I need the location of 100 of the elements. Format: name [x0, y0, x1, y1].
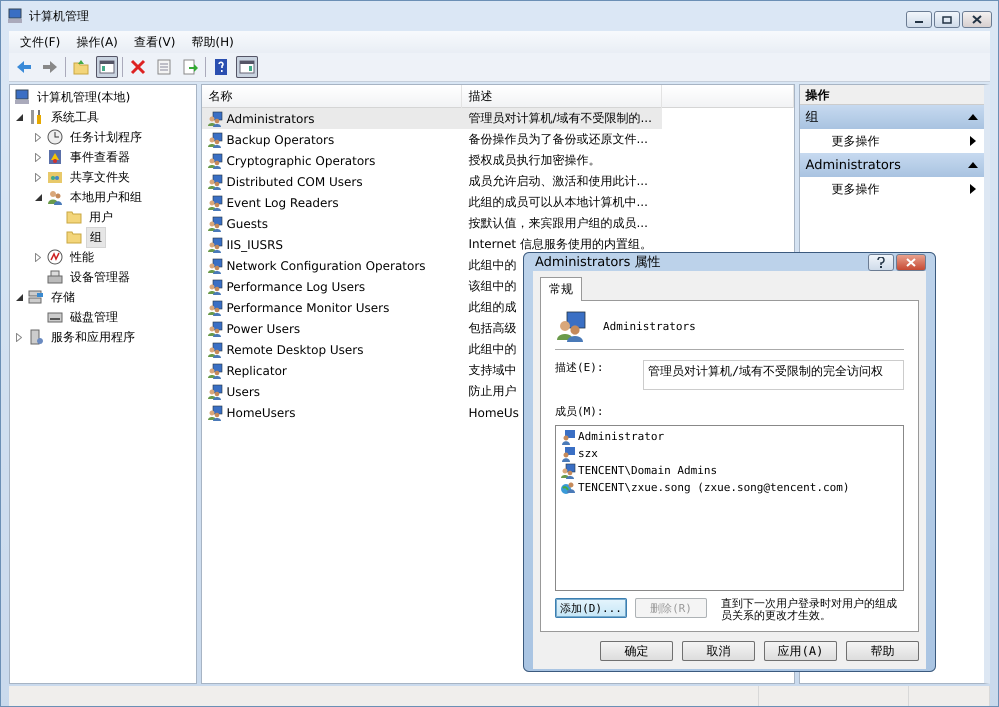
close-button[interactable]: [962, 11, 992, 28]
tree-item[interactable]: 性能: [67, 248, 97, 266]
group-description: Internet 信息服务使用的内置组。: [468, 237, 652, 251]
group-icon: [207, 216, 224, 232]
group-icon: [207, 258, 224, 274]
computer-icon: [7, 8, 23, 24]
group-icon: [555, 310, 587, 342]
member-item[interactable]: TENCENT\zxue.song (zxue.song@tencent.com): [578, 481, 850, 494]
menu-item[interactable]: 查看(V): [126, 32, 182, 52]
tree-item[interactable]: 设备管理器: [67, 268, 133, 286]
properties-icon: [156, 59, 172, 75]
table-row[interactable]: IIS_IUSRS Internet 信息服务使用的内置组。: [202, 234, 662, 255]
action-item[interactable]: 更多操作: [800, 129, 984, 153]
action-section-header[interactable]: Administrators: [800, 153, 984, 177]
group-description: 按默认值，来宾跟用户组的成员...: [468, 216, 648, 230]
table-row[interactable]: Event Log Readers 此组的成员可以从本地计算机中...: [202, 192, 662, 213]
members-list[interactable]: Administrator szx TENCENT\Domain Admins TENCENT\zxue.song (zxue.song@tencent.com): [555, 425, 904, 591]
group-icon: [207, 174, 224, 190]
tree-pane-icon: [99, 59, 115, 75]
group-icon: [207, 320, 224, 336]
collapse-icon[interactable]: [968, 162, 978, 168]
table-row[interactable]: Remote Desktop Users 此组中的: [202, 339, 662, 360]
back-icon: [16, 59, 32, 75]
menu-item[interactable]: 文件(F): [13, 32, 68, 52]
actions-header: 操作: [800, 85, 984, 105]
tree-item[interactable]: 组: [86, 226, 106, 248]
dialog-button[interactable]: 确定: [600, 641, 673, 662]
menu-item[interactable]: 帮助(H): [184, 32, 241, 52]
field-label: 成员(M):: [555, 405, 604, 418]
description-field[interactable]: 管理员对计算机/域有不受限制的完全访问权: [643, 360, 904, 390]
dialog-button[interactable]: 帮助: [846, 641, 919, 662]
action-section-header[interactable]: 组: [800, 105, 984, 129]
tree-item[interactable]: 任务计划程序: [67, 128, 145, 146]
toolbar-button[interactable]: [96, 56, 118, 78]
table-row[interactable]: Administrators 管理员对计算机/域有不受限制的...: [202, 108, 662, 129]
toolbar-button[interactable]: [236, 56, 258, 78]
menu-item[interactable]: 操作(A): [69, 32, 125, 52]
maximize-button[interactable]: [934, 11, 960, 28]
group-icon: [207, 110, 224, 126]
group-icon: [207, 194, 224, 210]
expanded-icon[interactable]: [34, 194, 42, 200]
tree-item[interactable]: 共享文件夹: [67, 168, 133, 186]
action-pane-icon: [239, 59, 255, 75]
member-item[interactable]: szx: [578, 447, 598, 460]
folder-icon: [66, 209, 82, 225]
group-name: Performance Monitor Users: [226, 300, 390, 314]
table-row[interactable]: Guests 按默认值，来宾跟用户组的成员...: [202, 213, 662, 234]
collapsed-icon[interactable]: [35, 172, 41, 182]
help-icon: [877, 256, 885, 268]
tree-item[interactable]: 计算机管理(本地): [34, 88, 134, 106]
event-log-icon: [47, 149, 63, 165]
user-icon: [560, 428, 576, 444]
expanded-icon[interactable]: [16, 114, 22, 120]
dialog-button[interactable]: 取消: [682, 641, 755, 662]
tree-item[interactable]: 本地用户和组: [67, 188, 145, 206]
tree-item[interactable]: 系统工具: [48, 108, 102, 126]
tree-item[interactable]: 服务和应用程序: [48, 328, 138, 346]
tab[interactable]: 常规: [540, 277, 582, 301]
table-row[interactable]: Distributed COM Users 成员允许启动、激活和使用此计...: [202, 171, 662, 192]
action-item[interactable]: 更多操作: [800, 177, 984, 201]
section-title: Administrators: [806, 158, 901, 172]
member-item[interactable]: Administrator: [578, 430, 664, 443]
user-icon: [560, 446, 576, 462]
collapsed-icon[interactable]: [35, 252, 41, 262]
help-button[interactable]: [868, 254, 894, 270]
group-icon: [560, 462, 576, 478]
group-description: 备份操作员为了备份或还原文件...: [468, 132, 648, 146]
tools-icon: [28, 109, 44, 125]
table-row[interactable]: Backup Operators 备份操作员为了备份或还原文件...: [202, 129, 662, 150]
storage-icon: [28, 289, 44, 305]
tree-item[interactable]: 用户: [86, 208, 116, 226]
collapsed-icon[interactable]: [35, 132, 41, 142]
tree-item[interactable]: 存储: [48, 288, 78, 306]
dialog-button[interactable]: 应用(A): [764, 641, 837, 662]
group-name: Power Users: [226, 322, 300, 336]
dialog-title: Administrators 属性: [535, 254, 661, 271]
minimize-button[interactable]: [906, 11, 932, 28]
collapse-icon[interactable]: [968, 114, 978, 120]
shared-folder-icon: [47, 169, 63, 185]
group-name: Users: [226, 384, 260, 398]
table-row[interactable]: Cryptographic Operators 授权成员执行加密操作。: [202, 150, 662, 171]
group-description: 授权成员执行加密操作。: [468, 153, 600, 167]
globe-user-icon: [560, 480, 576, 496]
group-name: HomeUsers: [226, 406, 296, 420]
group-name: Backup Operators: [226, 132, 334, 146]
group-icon: [207, 278, 224, 294]
group-name: Event Log Readers: [226, 196, 339, 210]
group-name: Distributed COM Users: [226, 174, 363, 188]
export-icon: [182, 59, 198, 75]
collapsed-icon[interactable]: [16, 332, 22, 342]
collapsed-icon[interactable]: [35, 152, 41, 162]
member-item[interactable]: TENCENT\Domain Admins: [578, 464, 718, 477]
group-description: 包括高级: [468, 321, 516, 335]
group-name: Administrators: [226, 112, 315, 126]
group-description: 此组的成: [468, 300, 516, 314]
expanded-icon[interactable]: [16, 294, 22, 300]
window-title: 计算机管理: [29, 8, 89, 24]
tree-item[interactable]: 磁盘管理: [67, 308, 121, 326]
add-button[interactable]: 添加(D)...: [555, 598, 627, 618]
tree-item[interactable]: 事件查看器: [67, 148, 133, 166]
